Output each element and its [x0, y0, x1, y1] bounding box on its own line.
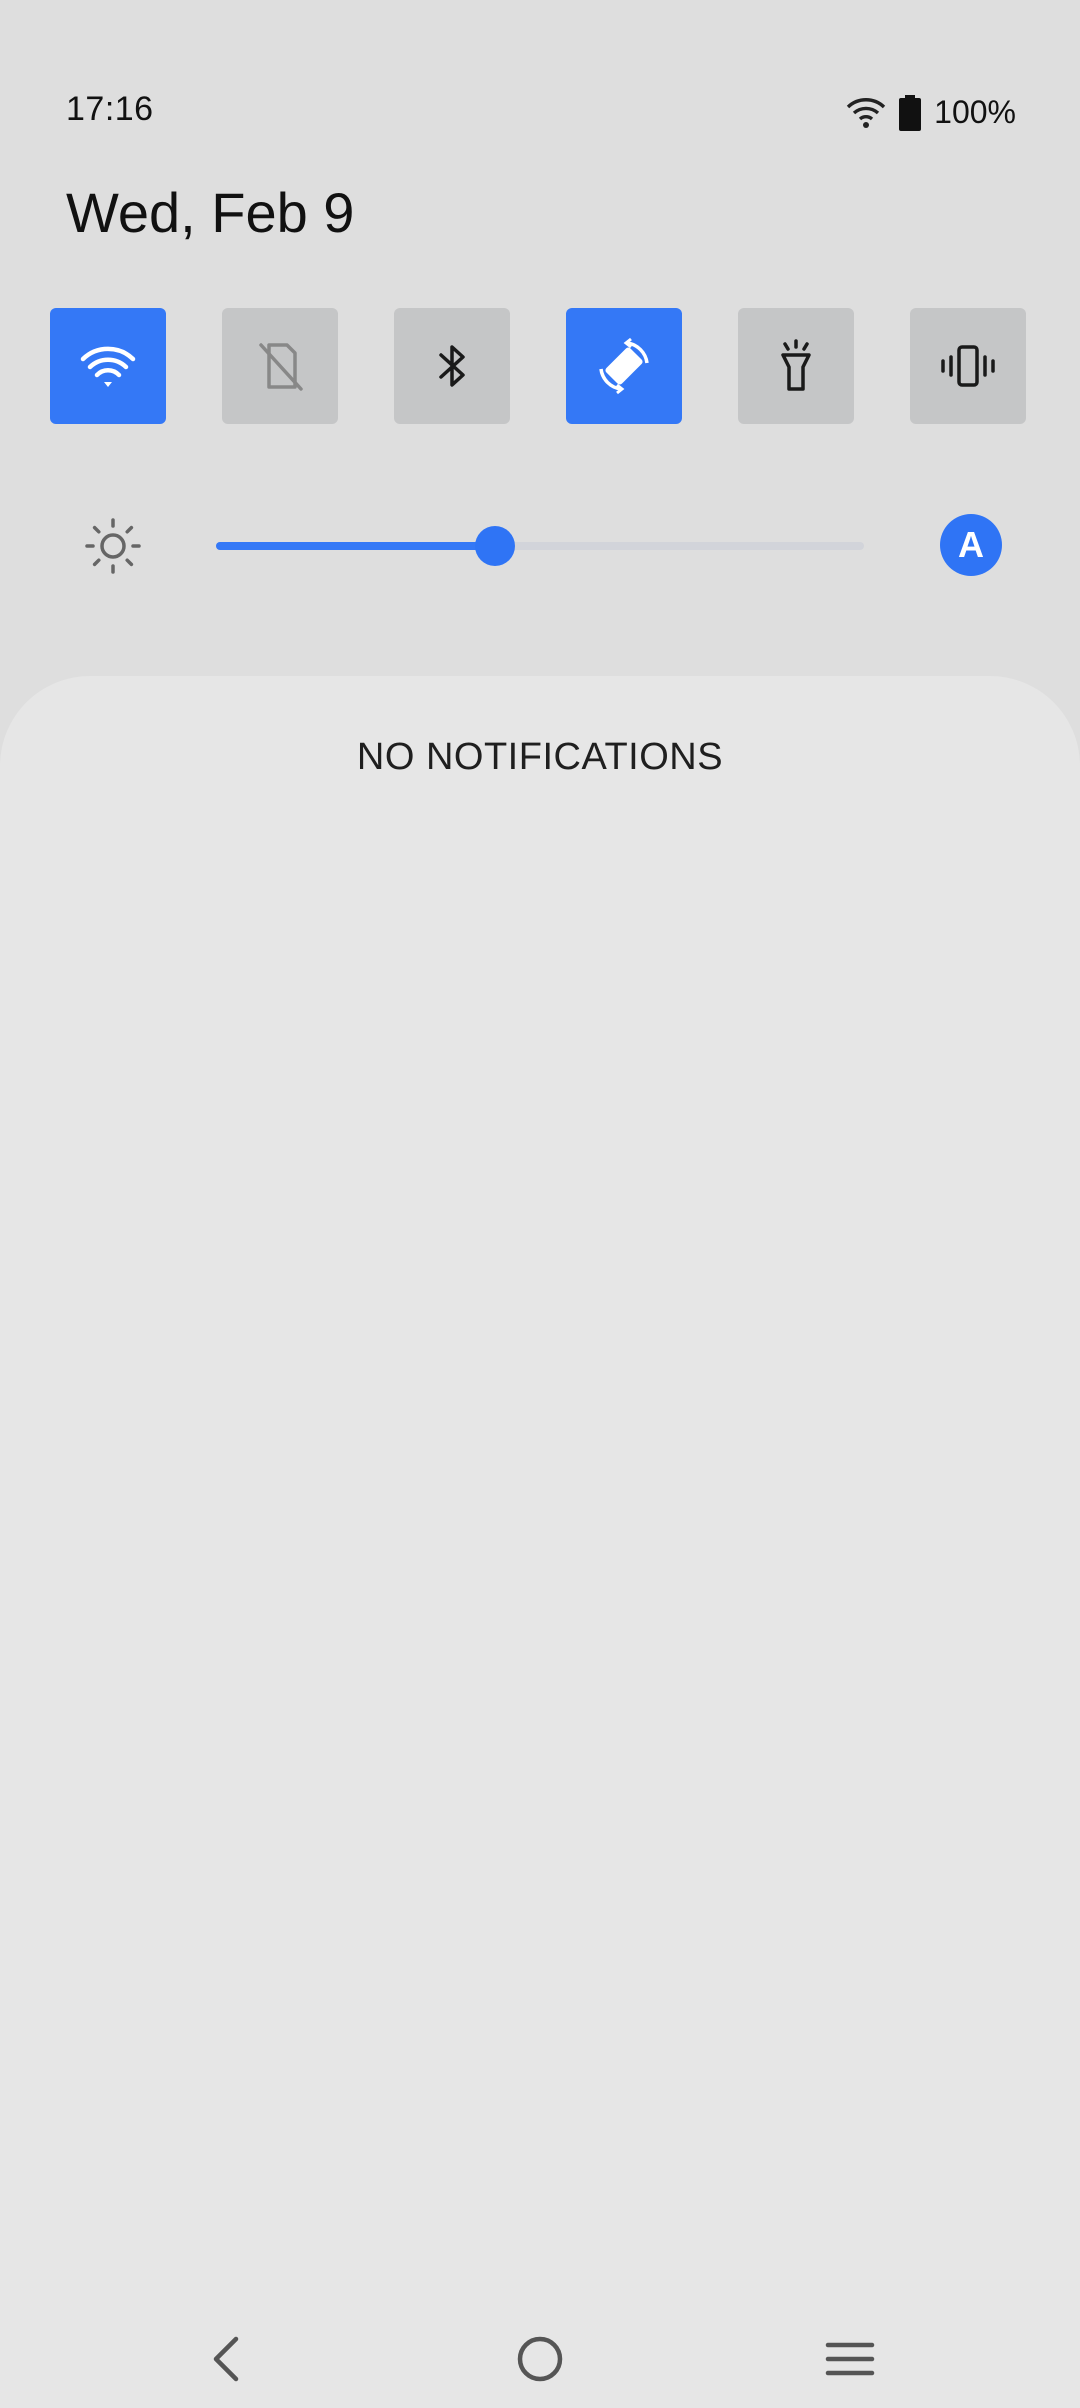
no-sim-icon	[259, 343, 303, 391]
brightness-row: A	[0, 500, 1080, 590]
home-icon	[517, 2336, 563, 2382]
home-button[interactable]	[505, 2324, 575, 2394]
tile-vibrate[interactable]	[910, 308, 1026, 424]
back-icon	[213, 2336, 239, 2382]
wifi-icon	[846, 97, 886, 128]
notification-panel: NO NOTIFICATIONS	[0, 676, 1080, 2408]
tile-flashlight[interactable]	[738, 308, 854, 424]
no-notifications-label: NO NOTIFICATIONS	[356, 736, 724, 778]
tile-auto-rotate[interactable]	[566, 308, 682, 424]
back-button[interactable]	[193, 2324, 263, 2394]
navigation-bar	[0, 2310, 1080, 2408]
auto-rotate-icon	[599, 337, 649, 395]
wifi-icon	[80, 346, 136, 387]
quick-settings-tiles	[50, 308, 1026, 424]
tile-mobile-data[interactable]	[222, 308, 338, 424]
battery-percent: 100%	[934, 94, 1016, 130]
vibrate-icon	[941, 345, 995, 387]
menu-button[interactable]	[815, 2324, 885, 2394]
notification-shade: 17:16 100% Wed, Feb 9 A NO NOTIFICATIONS	[0, 0, 1080, 2408]
flashlight-icon	[781, 339, 811, 391]
status-icons: 100%	[846, 94, 1016, 131]
brightness-slider[interactable]	[216, 526, 864, 566]
bluetooth-icon	[439, 345, 465, 387]
status-time: 17:16	[66, 90, 154, 128]
date-label: Wed, Feb 9	[66, 181, 355, 244]
status-bar: 17:16 100%	[0, 0, 1080, 160]
brightness-slider-thumb[interactable]	[474, 526, 515, 566]
tile-bluetooth[interactable]	[394, 308, 510, 424]
tile-wifi[interactable]	[50, 308, 166, 424]
brightness-slider-fill	[216, 542, 495, 550]
auto-brightness-button[interactable]: A	[940, 514, 1002, 576]
brightness-icon	[85, 518, 141, 574]
menu-icon	[825, 2342, 875, 2376]
battery-icon	[899, 94, 922, 131]
